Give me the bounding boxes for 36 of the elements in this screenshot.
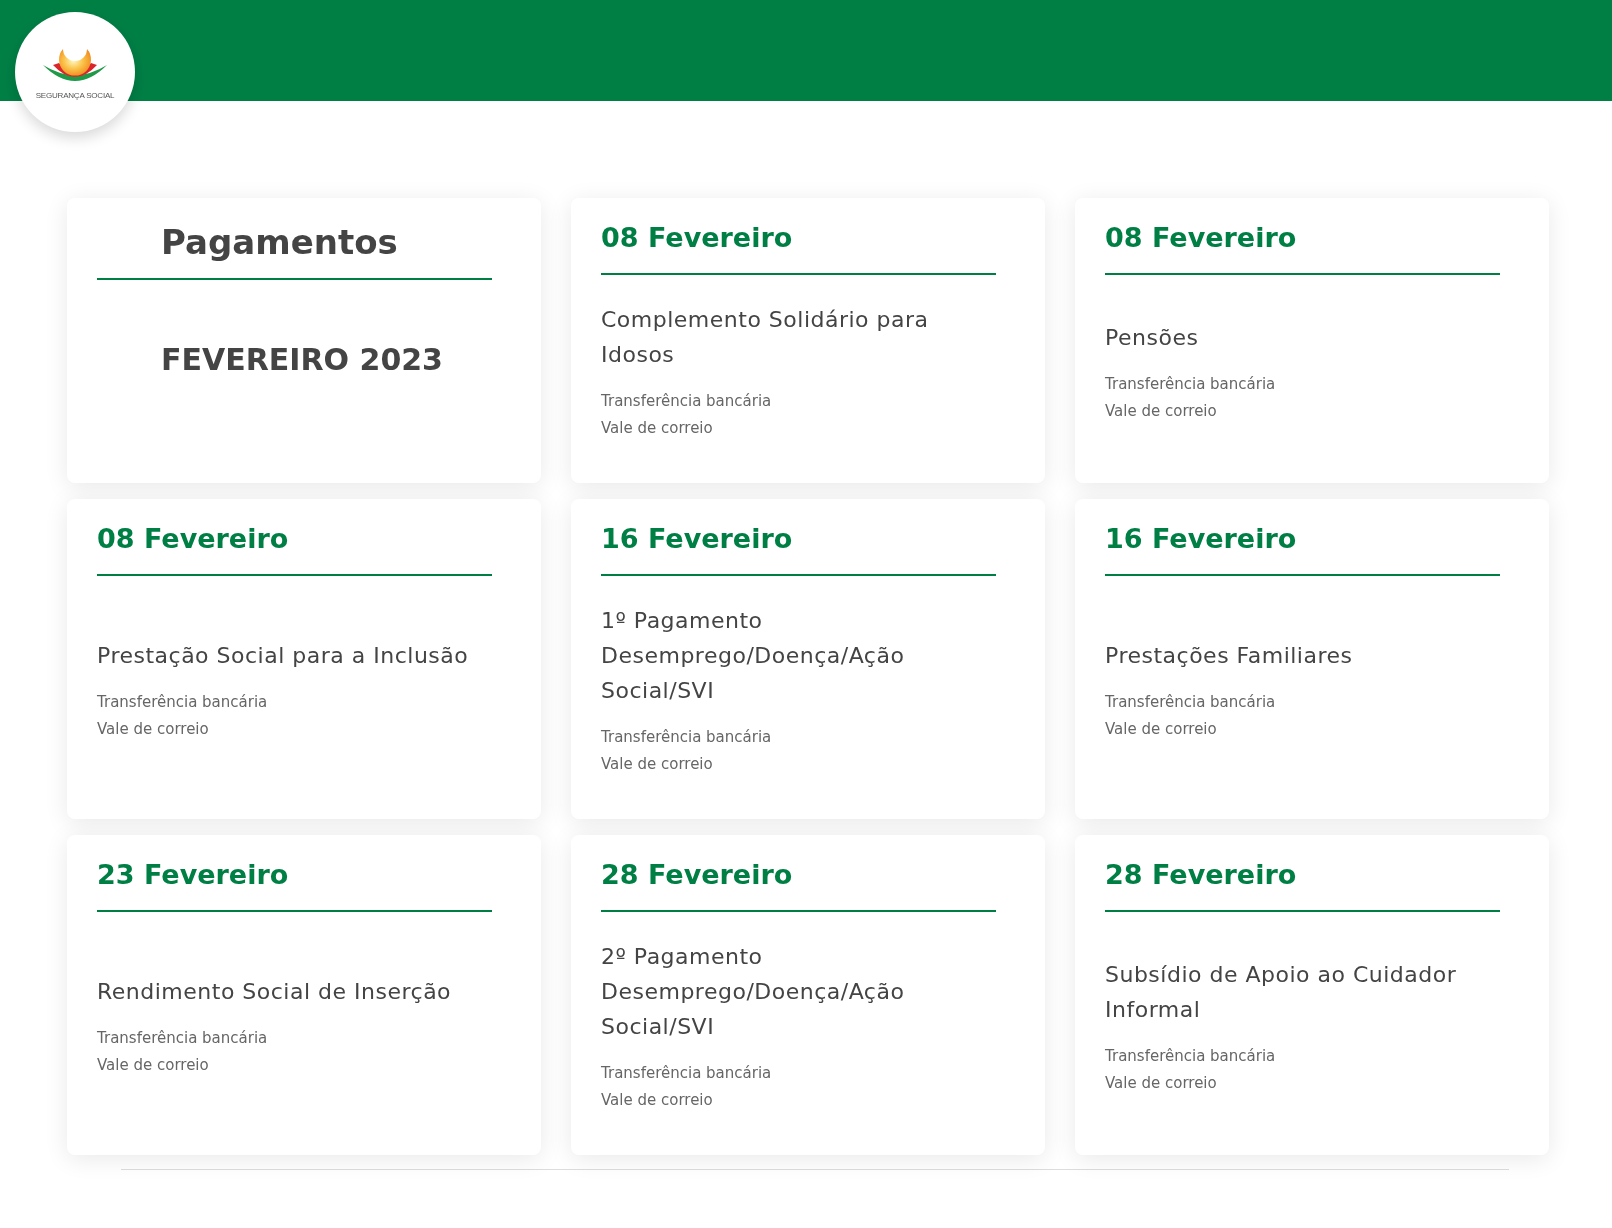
- benefit-name: Pensões: [1105, 323, 1200, 352]
- payment-method: Transferência bancária: [1105, 692, 1277, 713]
- payment-method: Vale de correio: [1105, 400, 1218, 422]
- payment-method: Transferência bancária: [601, 391, 773, 412]
- payment-date: 08 Fevereiro: [601, 222, 996, 275]
- benefit-name: Prestação Social para a Inclusão: [97, 642, 470, 670]
- payment-method: Vale de correio: [97, 719, 210, 740]
- benefit-name: Subsídio de Apoio ao Cuidador Informal: [1105, 960, 1458, 1024]
- payment-method: Vale de correio: [601, 754, 714, 775]
- benefit-name: 2º Pagamento Desemprego/Doença/Ação Social/SVI: [601, 943, 906, 1041]
- payment-method: Vale de correio: [601, 418, 714, 439]
- benefit-name: Rendimento Social de Inserção: [97, 978, 453, 1006]
- logo-text: SEGURANÇA SOCIAL: [35, 90, 115, 100]
- benefit-name: Prestações Familiares: [1105, 642, 1354, 670]
- payment-method: Transferência bancária: [97, 692, 269, 713]
- payment-method: Transferência bancária: [601, 1063, 773, 1084]
- payment-method: Transferência bancária: [1105, 1045, 1277, 1067]
- payment-date: 28 Fevereiro: [1105, 859, 1500, 912]
- payment-date: 16 Fevereiro: [601, 523, 996, 576]
- payment-date: 23 Fevereiro: [97, 859, 492, 912]
- payment-date: 08 Fevereiro: [1105, 222, 1500, 275]
- payment-date: 08 Fevereiro: [97, 523, 492, 576]
- payment-method: Transferência bancária: [1105, 373, 1277, 395]
- payment-date: 16 Fevereiro: [1105, 523, 1500, 576]
- month-title: FEVEREIRO 2023: [160, 342, 443, 377]
- logo-badge[interactable]: SEGURANÇA SOCIAL: [15, 12, 135, 132]
- payment-method: Vale de correio: [601, 1090, 714, 1111]
- payment-method: Vale de correio: [1105, 719, 1218, 740]
- payment-method: Vale de correio: [1105, 1072, 1218, 1094]
- payment-method: Vale de correio: [97, 1055, 210, 1076]
- payment-method: Transferência bancária: [97, 1028, 269, 1049]
- page-heading: Pagamentos: [97, 222, 492, 280]
- payment-method: Transferência bancária: [601, 727, 773, 748]
- benefit-name: Complemento Solidário para Idosos: [601, 306, 930, 369]
- benefit-name: 1º Pagamento Desemprego/Doença/Ação Social/SVI: [601, 607, 906, 705]
- payment-date: 28 Fevereiro: [601, 859, 996, 912]
